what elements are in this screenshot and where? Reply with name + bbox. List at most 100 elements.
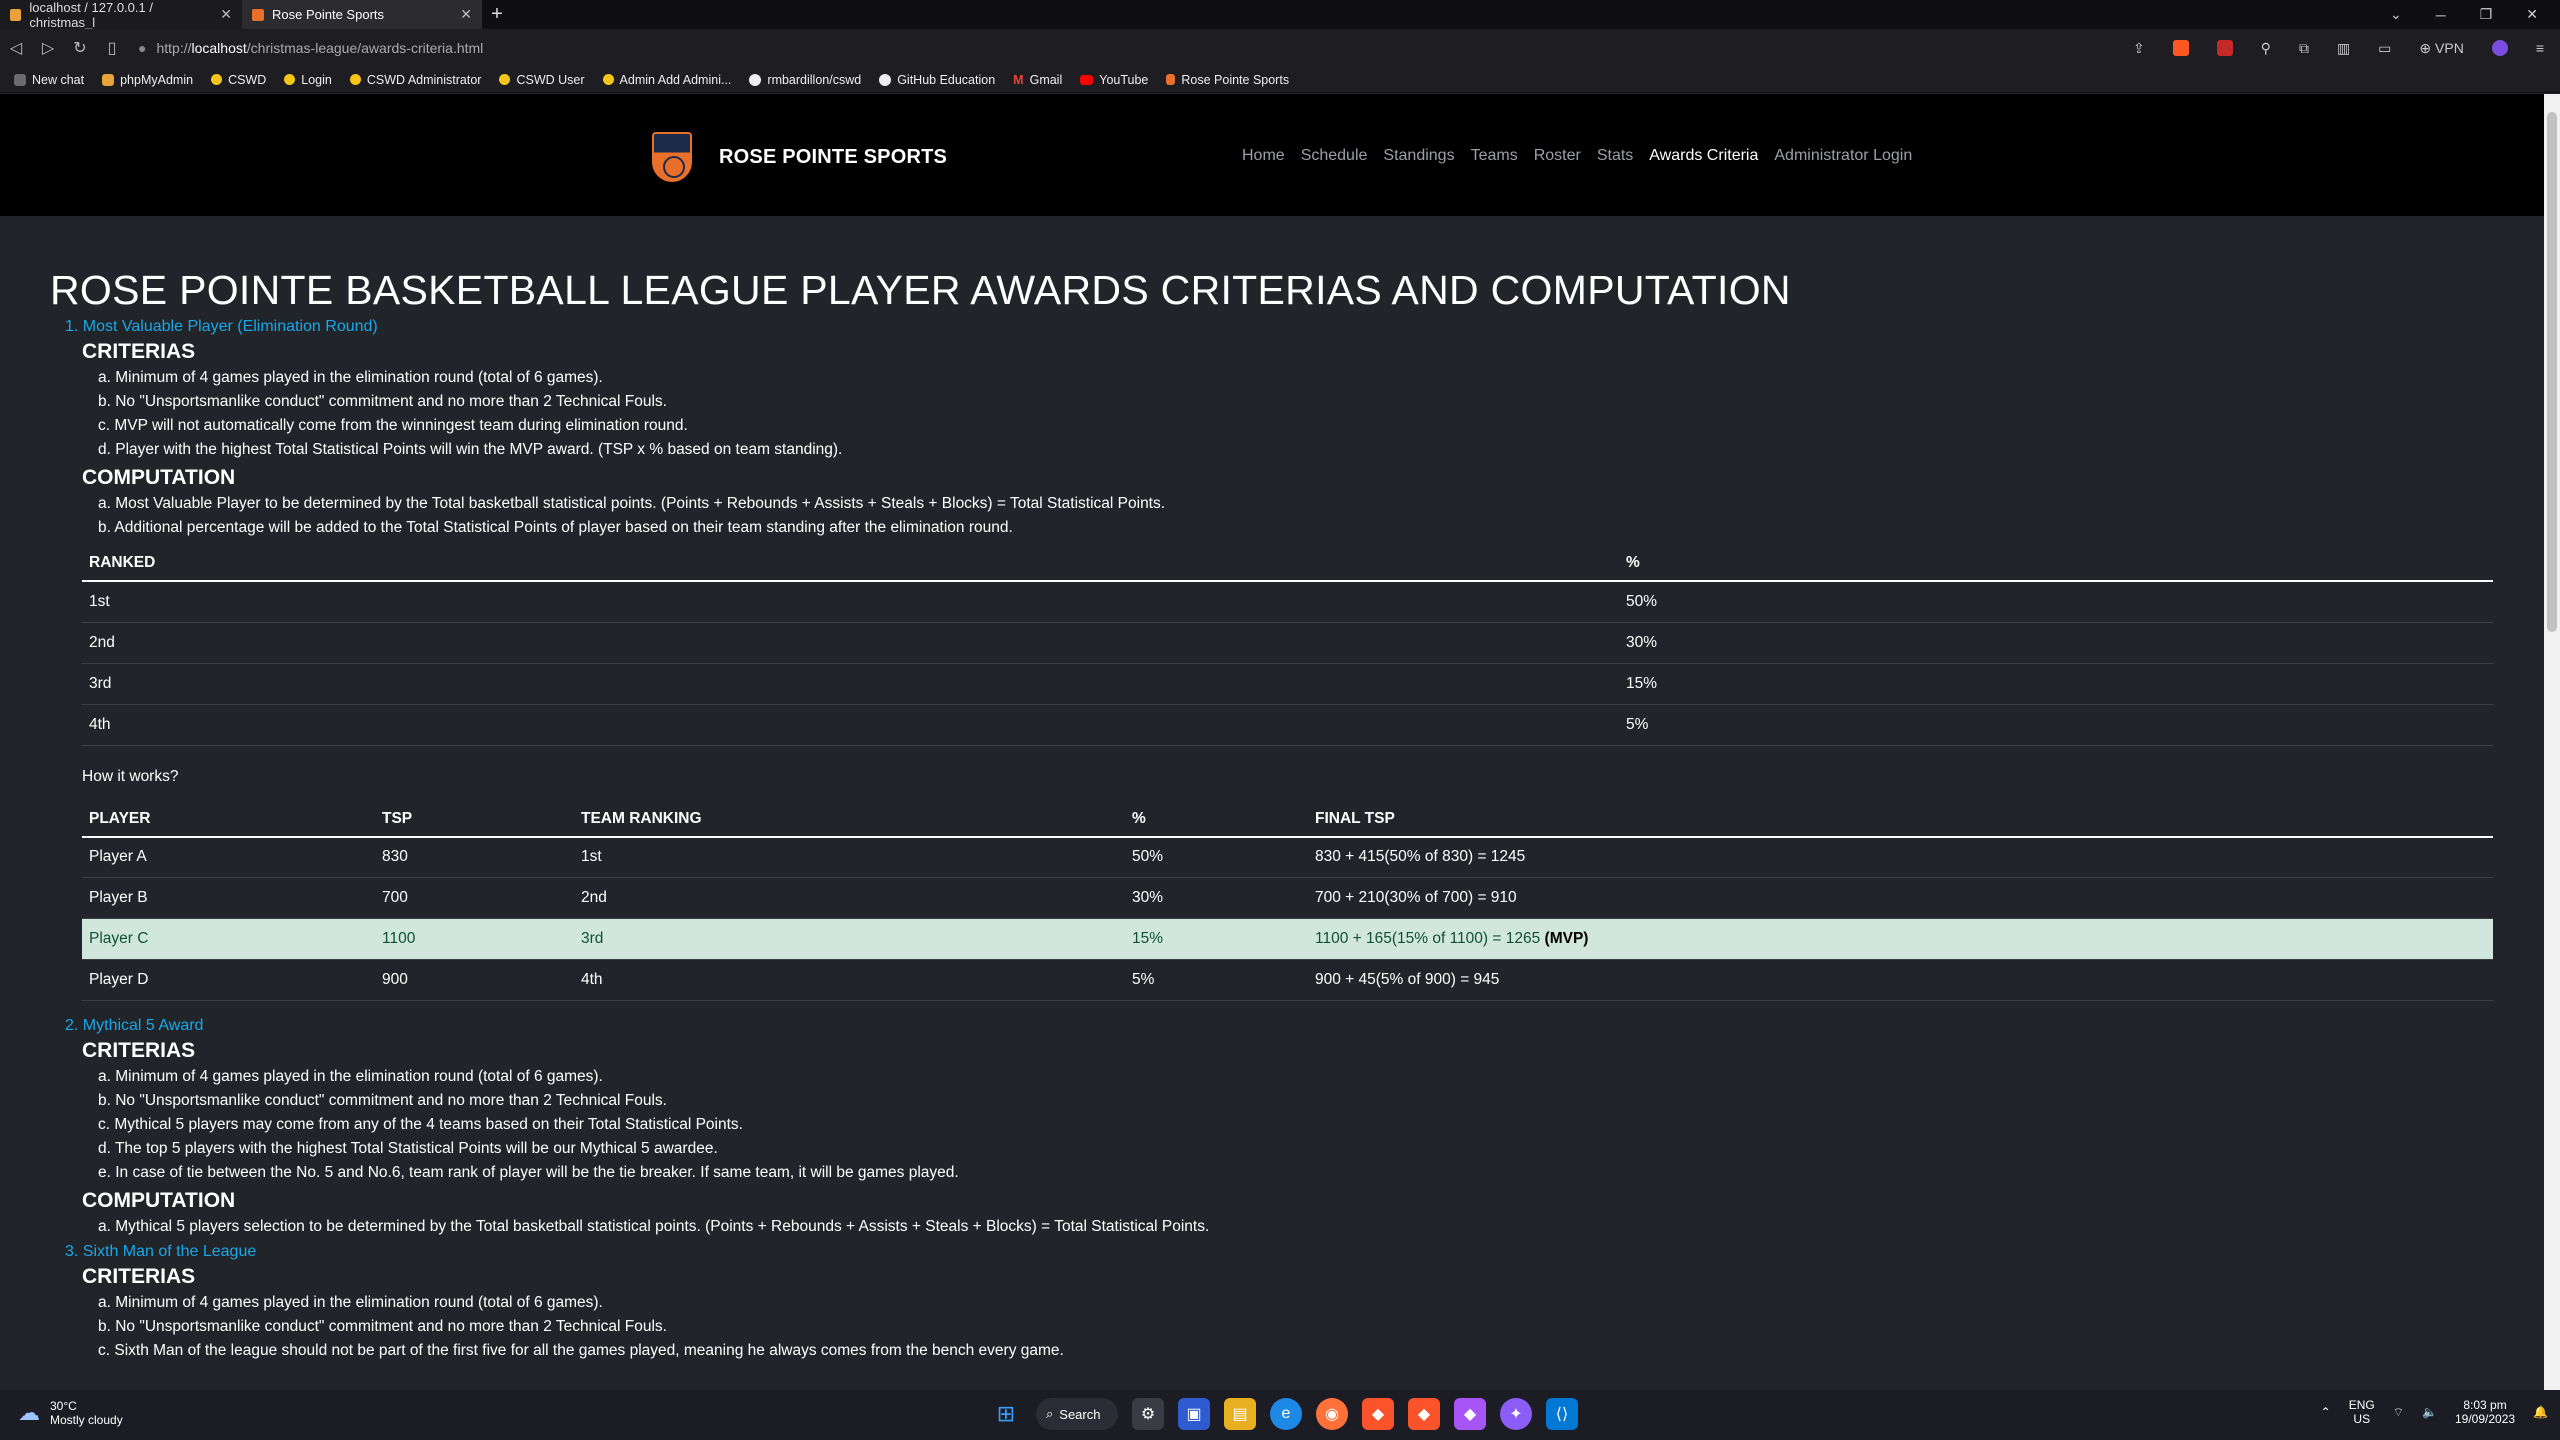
rose-pointe-icon <box>1166 74 1176 85</box>
bookmark-github-repo[interactable]: rmbardillon/cswd <box>749 73 861 87</box>
bookmark-gmail[interactable]: M Gmail <box>1013 73 1062 87</box>
back-icon[interactable]: ◁ <box>0 38 32 58</box>
award-mvp-link[interactable]: 1. Most Valuable Player (Elimination Rou… <box>65 318 2494 336</box>
award-sixth-man-link[interactable]: 3. Sixth Man of the League <box>65 1243 2494 1261</box>
bookmark-youtube[interactable]: YouTube <box>1080 73 1148 87</box>
taskbar-search[interactable]: ⌕ Search <box>1036 1398 1118 1430</box>
list-item: c. MVP will not automatically come from … <box>98 417 688 434</box>
site-info-icon[interactable]: ● <box>138 40 146 56</box>
table-cell: 700 + 210(30% of 700) = 910 <box>1308 877 2493 919</box>
nav-home[interactable]: Home <box>1242 147 1285 165</box>
bookmark-cswd[interactable]: CSWD <box>211 73 266 87</box>
list-item: e. In case of tie between the No. 5 and … <box>98 1164 959 1181</box>
bookmark-cswd-user[interactable]: CSWD User <box>499 73 585 87</box>
tray-chevron-icon[interactable]: ⌃ <box>2321 1405 2331 1419</box>
nav-standings[interactable]: Standings <box>1383 147 1454 165</box>
bookmark-icon[interactable]: ▯ <box>96 38 128 58</box>
league-logo[interactable] <box>652 132 692 182</box>
notification-bell-icon[interactable]: 🔔 <box>2533 1405 2548 1419</box>
extension-icon[interactable]: ⚲ <box>2261 40 2271 57</box>
bookmark-phpmyadmin[interactable]: phpMyAdmin <box>102 73 193 87</box>
firefox-icon[interactable]: ◉ <box>1316 1398 1348 1430</box>
clock[interactable]: 8:03 pm 19/09/2023 <box>2455 1398 2515 1426</box>
chat-icon <box>14 73 26 86</box>
extensions-puzzle-icon[interactable]: ⧉ <box>2299 40 2309 57</box>
table-cell: 4th <box>574 959 1125 1001</box>
forward-icon[interactable]: ▷ <box>32 38 64 58</box>
browser-tab-rose-pointe[interactable]: Rose Pointe Sports ✕ <box>242 0 482 29</box>
brave-active-icon[interactable]: ◆ <box>1408 1398 1440 1430</box>
profile-avatar[interactable] <box>2491 40 2508 56</box>
messenger-icon[interactable]: ✦ <box>1500 1398 1532 1430</box>
new-tab-button[interactable]: + <box>482 0 512 29</box>
table-row: Player B 700 2nd 30% 700 + 210(30% of 70… <box>82 877 2493 919</box>
list-item: b. No "Unsportsmanlike conduct" commitme… <box>98 393 667 410</box>
brave-icon[interactable]: ◆ <box>1362 1398 1394 1430</box>
brave-beta-icon[interactable]: ◆ <box>1454 1398 1486 1430</box>
scrollbar-thumb[interactable] <box>2547 112 2557 632</box>
language-indicator[interactable]: ENG US <box>2349 1398 2375 1426</box>
computation-heading: COMPUTATION <box>82 466 236 489</box>
nav-awards-criteria[interactable]: Awards Criteria <box>1649 147 1758 165</box>
bookmark-login[interactable]: Login <box>284 73 332 87</box>
table-cell: 830 <box>375 836 574 878</box>
settings-gear-icon[interactable]: ⚙ <box>1132 1398 1164 1430</box>
address-bar[interactable]: ● http://localhost/christmas-league/awar… <box>138 40 2133 56</box>
edge-icon[interactable]: e <box>1270 1398 1302 1430</box>
nav-teams[interactable]: Teams <box>1471 147 1518 165</box>
nav-administrator-login[interactable]: Administrator Login <box>1774 147 1912 165</box>
tab-list-chevron-icon[interactable]: ⌄ <box>2390 6 2402 23</box>
nav-roster[interactable]: Roster <box>1534 147 1581 165</box>
menu-icon[interactable]: ≡ <box>2536 40 2544 56</box>
taskbar-apps: ⊞ ⌕ Search ⚙ ▣ ▤ e ◉ ◆ ◆ ◆ ✦ ⟨⟩ <box>990 1398 1578 1430</box>
list-item: a. Minimum of 4 games played in the elim… <box>98 369 603 386</box>
search-icon: ⌕ <box>1046 1406 1054 1421</box>
volume-icon[interactable]: 🔈 <box>2422 1405 2437 1419</box>
column-header: % <box>1125 801 1308 838</box>
bookmark-admin-add[interactable]: Admin Add Admini... <box>602 73 731 87</box>
system-tray: ⌃ ENG US ⌔ 🔈 8:03 pm 19/09/2023 🔔 <box>2321 1398 2548 1426</box>
rose-pointe-favicon-icon <box>252 8 264 21</box>
close-tab-icon[interactable]: ✕ <box>220 6 232 23</box>
store-icon[interactable]: ▣ <box>1178 1398 1210 1430</box>
browser-tab-phpmyadmin[interactable]: localhost / 127.0.0.1 / christmas_l ✕ <box>0 0 242 30</box>
site-brand[interactable]: ROSE POINTE SPORTS <box>719 146 947 169</box>
table-cell: 30% <box>1125 877 1308 919</box>
vpn-button[interactable]: ⊕ VPN <box>2419 40 2463 57</box>
phpmyadmin-icon <box>102 73 115 86</box>
close-window-icon[interactable]: ✕ <box>2526 6 2538 23</box>
table-row: Player A 830 1st 50% 830 + 415(50% of 83… <box>82 836 2493 878</box>
table-cell: 50% <box>1125 836 1308 878</box>
page-scrollbar[interactable] <box>2544 94 2560 1390</box>
file-explorer-icon[interactable]: ▤ <box>1224 1398 1256 1430</box>
bookmark-cswd-administrator[interactable]: CSWD Administrator <box>349 73 481 87</box>
brave-shields-icon[interactable] <box>2172 40 2189 56</box>
site-header: ROSE POINTE SPORTS Home Schedule Standin… <box>0 94 2544 216</box>
award-mythical-5-link[interactable]: 2. Mythical 5 Award <box>65 1017 2494 1035</box>
bookmark-new-chat[interactable]: New chat <box>14 73 84 87</box>
table-cell: 5% <box>1619 704 2493 746</box>
share-icon[interactable]: ⇪ <box>2133 40 2145 57</box>
minimize-icon[interactable]: ─ <box>2436 7 2446 23</box>
list-item: b. No "Unsportsmanlike conduct" commitme… <box>98 1318 667 1335</box>
sidebar-icon[interactable]: ▥ <box>2337 40 2350 57</box>
nav-schedule[interactable]: Schedule <box>1301 147 1368 165</box>
table-row: 1st 50% <box>82 581 2493 623</box>
nav-stats[interactable]: Stats <box>1597 147 1633 165</box>
column-header: FINAL TSP <box>1308 801 2493 838</box>
wallet-icon[interactable]: ▭ <box>2378 40 2391 57</box>
table-cell: Player A <box>82 836 375 878</box>
restore-icon[interactable]: ❐ <box>2480 6 2493 23</box>
table-row: 4th 5% <box>82 704 2493 746</box>
bookmark-rose-pointe[interactable]: Rose Pointe Sports <box>1166 73 1289 87</box>
windows-start-icon[interactable]: ⊞ <box>990 1398 1022 1430</box>
weather-widget[interactable]: ☁ 30°C Mostly cloudy <box>18 1399 123 1427</box>
close-tab-icon[interactable]: ✕ <box>460 6 472 23</box>
cswd-icon <box>602 74 614 85</box>
table-cell: 830 + 415(50% of 830) = 1245 <box>1308 836 2493 878</box>
brave-rewards-icon[interactable] <box>2216 40 2233 56</box>
reload-icon[interactable]: ↻ <box>64 38 96 58</box>
bookmark-github-education[interactable]: GitHub Education <box>879 73 995 87</box>
vscode-icon[interactable]: ⟨⟩ <box>1546 1398 1578 1430</box>
wifi-icon[interactable]: ⌔ <box>2393 1405 2404 1420</box>
